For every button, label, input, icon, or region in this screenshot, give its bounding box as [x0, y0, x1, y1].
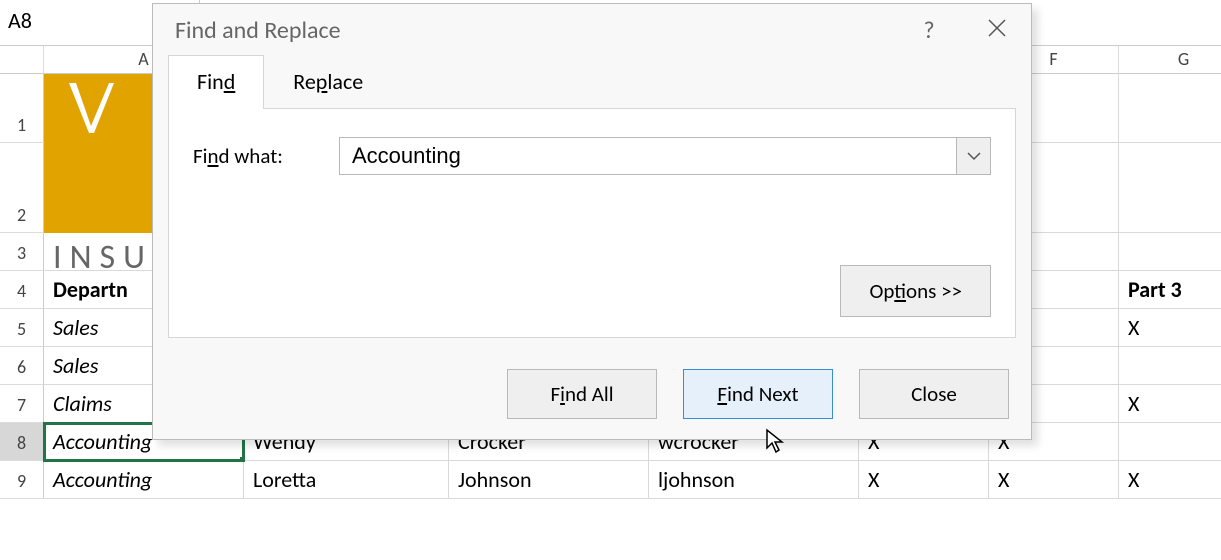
cell[interactable] — [1119, 74, 1221, 143]
cell-b9[interactable]: Loretta — [244, 461, 449, 499]
cell[interactable] — [1119, 347, 1221, 385]
find-what-combo[interactable] — [339, 137, 991, 175]
cell-f9[interactable]: X — [989, 461, 1119, 499]
cell-c9[interactable]: Johnson — [449, 461, 649, 499]
options-button[interactable]: Options >> — [840, 265, 991, 317]
cell-a9[interactable]: Accounting — [44, 461, 244, 499]
row-header-3[interactable]: 3 — [0, 233, 44, 271]
cell[interactable] — [1119, 143, 1221, 233]
row-header-9[interactable]: 9 — [0, 461, 44, 499]
find-replace-dialog: Find and Replace ? Find Replace Find wha… — [152, 3, 1032, 440]
cell-e9[interactable]: X — [859, 461, 989, 499]
row-header-2[interactable]: 2 — [0, 143, 44, 233]
row-header-5[interactable]: 5 — [0, 309, 44, 347]
help-button[interactable]: ? — [915, 16, 943, 45]
cell-g8[interactable] — [1119, 423, 1221, 461]
find-what-input[interactable] — [340, 138, 956, 174]
row-header-4[interactable]: 4 — [0, 271, 44, 309]
col-header-g[interactable]: G — [1119, 46, 1221, 74]
cell-d9[interactable]: ljohnson — [649, 461, 859, 499]
close-button[interactable]: Close — [859, 369, 1009, 419]
dialog-panel: Find what: Options >> — [168, 108, 1016, 338]
row-header-6[interactable]: 6 — [0, 347, 44, 385]
cell[interactable] — [1119, 233, 1221, 271]
cell-g9[interactable]: X — [1119, 461, 1221, 499]
dropdown-button[interactable] — [956, 138, 990, 174]
row-header-8[interactable]: 8 — [0, 423, 44, 461]
find-next-button[interactable]: Find Next — [683, 369, 833, 419]
find-what-label: Find what: — [193, 143, 313, 169]
chevron-down-icon — [967, 151, 981, 161]
row-header-1[interactable]: 1 — [0, 74, 44, 143]
logo-v-icon — [64, 78, 124, 138]
select-all-corner[interactable] — [0, 46, 44, 74]
find-all-button[interactable]: Find All — [507, 369, 657, 419]
dialog-titlebar[interactable]: Find and Replace ? — [153, 4, 1031, 55]
cell-g7[interactable]: X — [1119, 385, 1221, 423]
dialog-actions: Find All Find Next Close — [153, 353, 1031, 439]
row-header-7[interactable]: 7 — [0, 385, 44, 423]
close-icon[interactable] — [983, 16, 1011, 45]
header-part3[interactable]: Part 3 — [1119, 271, 1221, 309]
dialog-tabs: Find Replace — [153, 55, 1031, 109]
dialog-title: Find and Replace — [175, 16, 341, 45]
tab-find[interactable]: Find — [168, 55, 264, 109]
tab-replace[interactable]: Replace — [264, 55, 392, 109]
cell-g5[interactable]: X — [1119, 309, 1221, 347]
